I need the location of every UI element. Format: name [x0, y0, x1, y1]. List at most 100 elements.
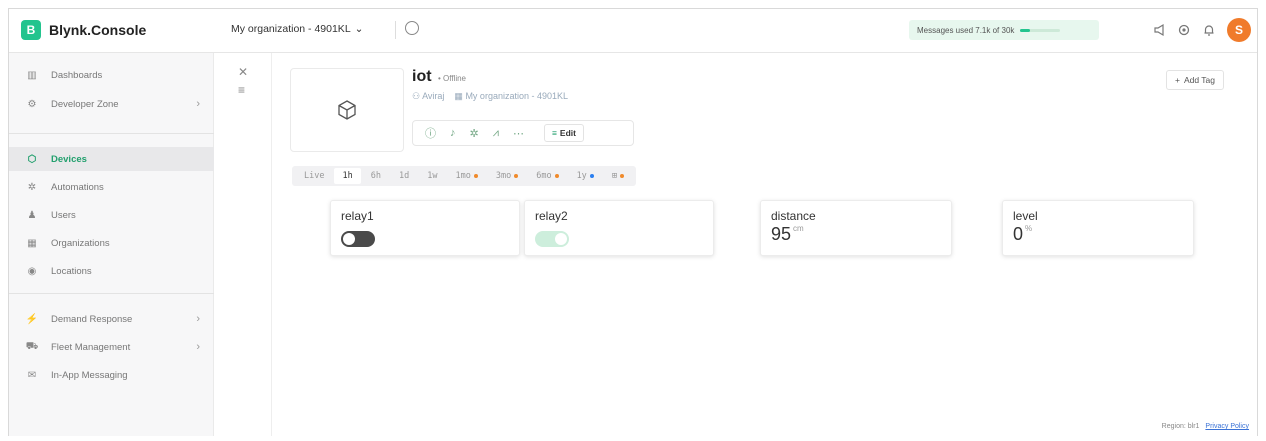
messages-usage-bar [1020, 28, 1061, 32]
level-value: 0% [1013, 224, 1033, 244]
widget-title: relay1 [341, 209, 374, 223]
location-pin-icon: ◉ [27, 265, 37, 277]
sidebar-item-label: Dashboards [51, 69, 103, 81]
sidebar-item-locations[interactable]: ◉ Locations [9, 259, 214, 283]
device-organization[interactable]: ▦ My organization - 4901KL [454, 91, 568, 102]
chevron-right-icon: › [196, 341, 200, 353]
widget-title: distance [771, 209, 816, 223]
top-bar: B Blynk.Console My organization - 4901KL… [9, 9, 1257, 53]
sidebar-item-users[interactable]: ♟ Users [9, 203, 214, 227]
bar-chart-icon: ▥ [27, 69, 37, 81]
device-meta: ⚇ Aviraj ▦ My organization - 4901KL [412, 91, 568, 102]
range-3mo[interactable]: 3mo [488, 168, 526, 184]
sidebar-item-label: Organizations [51, 237, 110, 249]
chevron-down-icon: ⌄ [354, 23, 364, 35]
sidebar-item-developer-zone[interactable]: ⚙ Developer Zone › [9, 92, 214, 116]
organization-switcher[interactable]: My organization - 4901KL ⌄ [231, 23, 363, 35]
users-icon: ♟ [27, 209, 37, 221]
range-custom[interactable]: ⊞ [604, 168, 632, 184]
settings-icon[interactable] [1177, 23, 1191, 37]
sidebar-item-devices[interactable]: ⬡ Devices [9, 147, 214, 171]
range-1d[interactable]: 1d [391, 168, 417, 184]
sidebar-item-label: Users [51, 209, 76, 221]
info-icon[interactable]: ⓘ [425, 125, 436, 141]
messages-usage-badge[interactable]: Messages used 7.1k of 30k [909, 20, 1099, 40]
device-action-bar: ⓘ ♪ ✲ ⩘ ⋯ ≡ Edit [412, 120, 634, 146]
more-icon[interactable]: ⋯ [513, 127, 524, 140]
divider [9, 293, 214, 294]
bell-icon[interactable] [1202, 23, 1216, 37]
range-6mo[interactable]: 6mo [528, 168, 566, 184]
sidebar-item-fleet-management[interactable]: ⛟ Fleet Management › [9, 335, 214, 359]
sidebar-item-demand-response[interactable]: ⚡ Demand Response › [9, 307, 214, 331]
message-icon: ✉ [27, 369, 37, 381]
sidebar: ▥ Dashboards ⚙ Developer Zone › ⬡ Device… [9, 53, 214, 436]
widget-relay1: relay1 [330, 200, 520, 256]
automation-icon: ✲ [27, 181, 37, 193]
organization-settings-icon[interactable] [405, 21, 419, 35]
megaphone-icon[interactable] [1153, 23, 1167, 37]
edit-button[interactable]: ≡ Edit [543, 124, 584, 142]
upgrade-dot [554, 173, 559, 178]
chevron-right-icon: › [196, 98, 200, 110]
range-1y[interactable]: 1y [569, 168, 602, 184]
device-page: iot • Offline ⚇ Aviraj ▦ My organization… [272, 53, 1257, 436]
sidebar-item-dashboards[interactable]: ▥ Dashboards [9, 63, 214, 87]
edit-label: Edit [559, 128, 576, 138]
chart-add-icon[interactable]: ⩘ [493, 127, 499, 140]
building-icon: ▦ [27, 237, 37, 249]
relay1-switch[interactable] [341, 231, 375, 247]
organization-label: My organization - 4901KL [231, 23, 351, 35]
widget-distance: distance 95 cm [760, 200, 952, 256]
truck-icon: ⛟ [25, 340, 39, 352]
sidebar-item-label: Locations [51, 265, 92, 277]
region-label: Region: blr1 [1161, 423, 1200, 430]
upgrade-dot [473, 173, 478, 178]
avatar[interactable]: S [1227, 18, 1251, 42]
upgrade-dot [619, 173, 624, 178]
device-name: iot [412, 68, 432, 85]
sidebar-item-organizations[interactable]: ▦ Organizations [9, 231, 214, 255]
time-range-selector: Live 1h 6h 1d 1w 1mo 3mo 6mo 1y ⊞ [292, 166, 636, 186]
widget-title: level [1013, 209, 1038, 223]
sidebar-item-label: Developer Zone [51, 98, 119, 110]
divider [9, 133, 214, 134]
sidebar-item-label: Devices [51, 153, 87, 165]
close-icon[interactable]: ✕ [238, 65, 248, 79]
upgrade-dot [514, 173, 519, 178]
range-1w[interactable]: 1w [419, 168, 445, 184]
widget-relay2: relay2 [524, 200, 714, 256]
device-owner[interactable]: ⚇ Aviraj [412, 91, 444, 102]
blynk-logo-icon: B [21, 20, 41, 40]
range-1mo[interactable]: 1mo [447, 168, 485, 184]
developer-icon[interactable]: ✲ [470, 127, 479, 140]
menu-icon[interactable]: ≡ [238, 83, 245, 97]
range-1h[interactable]: 1h [334, 168, 361, 184]
relay2-switch[interactable] [535, 231, 569, 247]
bell-icon[interactable]: ♪ [450, 127, 456, 139]
widget-title: relay2 [535, 209, 568, 223]
plus-icon: + [1175, 75, 1180, 85]
footer: Region: blr1 Privacy Policy [1162, 423, 1249, 430]
brand[interactable]: B Blynk.Console [21, 20, 146, 40]
add-tag-button[interactable]: + Add Tag [1166, 70, 1225, 90]
demand-icon: ⚡ [25, 313, 39, 325]
sidebar-item-label: In-App Messaging [51, 369, 128, 381]
cube-icon [338, 100, 356, 120]
messages-usage-text: Messages used 7.1k of 30k [917, 25, 1015, 35]
device-image[interactable] [290, 68, 404, 152]
messages-usage-bar-fill [1020, 28, 1030, 32]
range-live[interactable]: Live [296, 168, 332, 184]
privacy-policy-link[interactable]: Privacy Policy [1205, 423, 1249, 430]
widget-level: level 0% [1002, 200, 1194, 256]
developer-icon: ⚙ [27, 98, 37, 110]
sidebar-item-automations[interactable]: ✲ Automations [9, 175, 214, 199]
divider [395, 21, 396, 39]
range-6h[interactable]: 6h [363, 168, 389, 184]
sidebar-item-in-app-messaging[interactable]: ✉ In-App Messaging [9, 363, 214, 387]
cube-icon: ⬡ [27, 153, 37, 165]
upgrade-dot [589, 173, 594, 178]
edit-icon: ≡ [551, 128, 557, 138]
sidebar-item-label: Automations [51, 181, 104, 193]
app-window: B Blynk.Console My organization - 4901KL… [8, 8, 1258, 436]
